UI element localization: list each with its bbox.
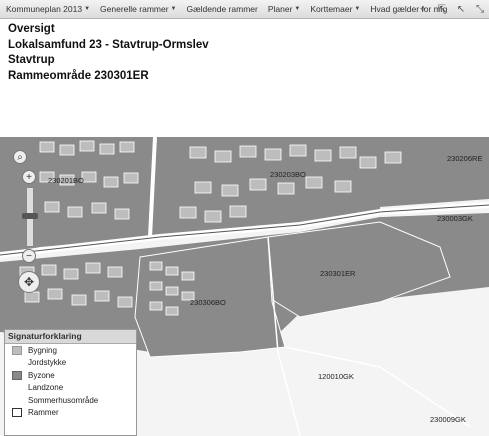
zoom-in-button[interactable]: + xyxy=(22,170,36,184)
chevron-down-icon: ▼ xyxy=(294,6,301,12)
zoom-out-button[interactable]: − xyxy=(22,249,36,263)
menu-gaeldende-rammer[interactable]: Gældende rammer xyxy=(181,0,262,18)
menu-generelle-rammer[interactable]: Generelle rammer ▼ xyxy=(94,0,180,18)
sommerhus-swatch xyxy=(12,396,22,405)
legend-label: Sommerhusområde xyxy=(28,395,99,405)
jordstykke-swatch xyxy=(12,358,22,367)
map-legend: Signaturforklaring Bygning Jordstykke By… xyxy=(4,329,137,436)
legend-label: Rammer xyxy=(28,408,59,418)
menu-bar: Kommuneplan 2013 ▼ Generelle rammer ▼ Gæld… xyxy=(0,0,489,19)
legend-title: Signaturforklaring xyxy=(5,330,136,344)
landzone-swatch xyxy=(12,383,22,392)
pointer-icon[interactable]: ↖ xyxy=(454,2,468,16)
rammer-swatch xyxy=(12,408,22,418)
byzone-swatch xyxy=(12,370,22,380)
crosshair-icon[interactable]: ⌖ xyxy=(416,2,430,16)
legend-item: Landzone xyxy=(5,382,136,395)
menu-label: Planer xyxy=(267,4,293,14)
menu-korttemaer[interactable]: Korttemaer ▼ xyxy=(304,0,364,18)
legend-item: Bygning xyxy=(5,344,136,357)
zone-label: 230203BO xyxy=(270,170,306,179)
zone-label: 230009GK xyxy=(430,415,466,424)
menu-label: Korttemaer xyxy=(310,4,353,14)
zoom-slider-handle[interactable] xyxy=(22,213,38,219)
zone-label: 230003GK xyxy=(437,214,473,223)
chevron-down-icon: ▼ xyxy=(170,6,177,12)
legend-label: Byzone xyxy=(28,370,55,380)
menu-label: Kommuneplan 2013 xyxy=(6,4,83,14)
chevron-down-icon: ▼ xyxy=(354,6,361,12)
pan-arrows-icon[interactable]: ✥ xyxy=(18,271,40,293)
legend-item: Byzone xyxy=(5,369,136,382)
zone-label: 230306BO xyxy=(190,298,226,307)
page-header: Oversigt Lokalsamfund 23 - Stavtrup-Orms… xyxy=(8,22,209,84)
zone-label: 230201BO xyxy=(48,176,84,185)
chevron-down-icon: ▼ xyxy=(84,6,91,12)
zoom-box-icon[interactable]: ⌕ xyxy=(13,150,27,164)
legend-item: Rammer xyxy=(5,407,136,420)
menu-label: Generelle rammer xyxy=(100,4,169,14)
measure-icon[interactable]: ⤡ xyxy=(473,2,487,16)
legend-label: Bygning xyxy=(28,345,57,355)
page-title: Oversigt xyxy=(8,23,55,35)
town-heading: Stavtrup xyxy=(8,54,55,66)
legend-item: Sommerhusområde xyxy=(5,394,136,407)
zone-label: 230206RE xyxy=(447,154,483,163)
lokalsamfund-heading: Lokalsamfund 23 - Stavtrup-Ormslev xyxy=(8,38,209,51)
legend-label: Landzone xyxy=(28,383,64,393)
zone-label: 120010GK xyxy=(318,372,354,381)
menu-label: Gældende rammer xyxy=(186,4,258,14)
zone-label: 230301ER xyxy=(320,269,356,278)
legend-label: Jordstykke xyxy=(28,358,67,368)
legend-item: Jordstykke xyxy=(5,357,136,370)
toolbar-icons: ⌖ ⇱ ↖ ⤡ xyxy=(416,2,487,16)
bygning-swatch xyxy=(12,345,22,355)
rammeomraade-230306BO xyxy=(134,236,286,358)
rammeomraade-heading: Rammeområde 230301ER xyxy=(8,69,149,82)
menu-kommuneplan[interactable]: Kommuneplan 2013 ▼ xyxy=(0,0,94,18)
select-icon[interactable]: ⇱ xyxy=(435,2,449,16)
map-view[interactable]: 230201BO 230203BO 230206RE 230003GK 2303… xyxy=(0,137,489,436)
menu-planer[interactable]: Planer ▼ xyxy=(262,0,305,18)
